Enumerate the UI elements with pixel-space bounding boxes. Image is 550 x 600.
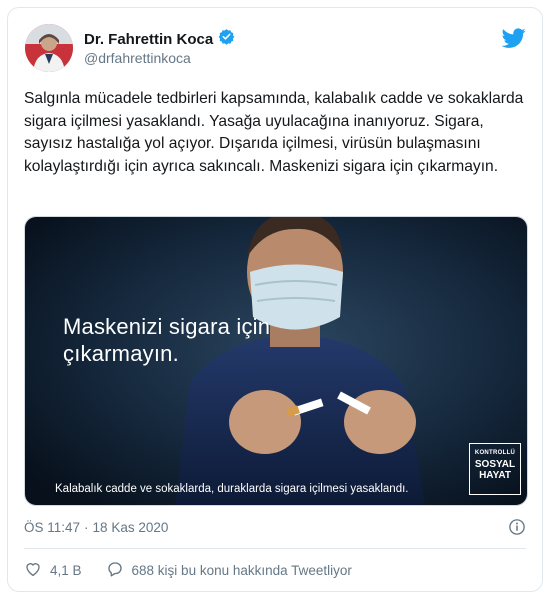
divider — [24, 548, 526, 549]
info-icon[interactable] — [508, 518, 526, 536]
talking-about-link[interactable]: 688 kişi bu konu hakkında Tweetliyor — [106, 560, 352, 581]
author-name[interactable]: Dr. Fahrettin Koca — [84, 31, 213, 48]
media-headline: Maskenizi sigara için çıkarmayın. — [63, 313, 303, 367]
media-headline-line1: Maskenizi sigara için — [63, 314, 271, 339]
kontrollu-sosyal-hayat-logo: KONTROLLÜ SOSYAL HAYAT — [469, 443, 521, 495]
media-headline-line2: çıkarmayın. — [63, 341, 179, 366]
badge-line1: KONTROLLÜ — [474, 450, 516, 456]
heart-icon — [24, 560, 42, 581]
tweet-media-image[interactable]: Maskenizi sigara için çıkarmayın. Kalaba… — [24, 216, 528, 506]
talking-about-text: 688 kişi bu konu hakkında Tweetliyor — [131, 563, 352, 578]
author-name-row[interactable]: Dr. Fahrettin Koca — [84, 28, 235, 50]
timestamp-separator: · — [84, 520, 89, 535]
media-caption: Kalabalık cadde ve sokaklarda, duraklard… — [55, 483, 409, 495]
tweet-date[interactable]: 18 Kas 2020 — [93, 520, 169, 535]
like-count: 4,1 B — [50, 563, 82, 578]
avatar[interactable] — [25, 24, 73, 72]
speech-bubble-icon — [106, 560, 124, 581]
tweet-timestamp[interactable]: ÖS 11:47 · 18 Kas 2020 — [24, 520, 168, 535]
tweet-text: Salgınla mücadele tedbirleri kapsamında,… — [24, 90, 524, 175]
tweet-time[interactable]: ÖS 11:47 — [24, 520, 80, 535]
badge-line3: HAYAT — [479, 470, 511, 481]
verified-badge-icon — [218, 28, 235, 50]
badge-line2: SOSYAL — [474, 459, 516, 470]
tweet-actions: 4,1 B 688 kişi bu konu hakkında Tweetliy… — [24, 560, 352, 581]
twitter-bird-icon[interactable] — [501, 26, 526, 50]
tweet-card: Dr. Fahrettin Koca @drfahrettinkoca Salg… — [7, 7, 543, 592]
author-handle[interactable]: @drfahrettinkoca — [84, 50, 191, 66]
like-button[interactable]: 4,1 B — [24, 560, 82, 581]
